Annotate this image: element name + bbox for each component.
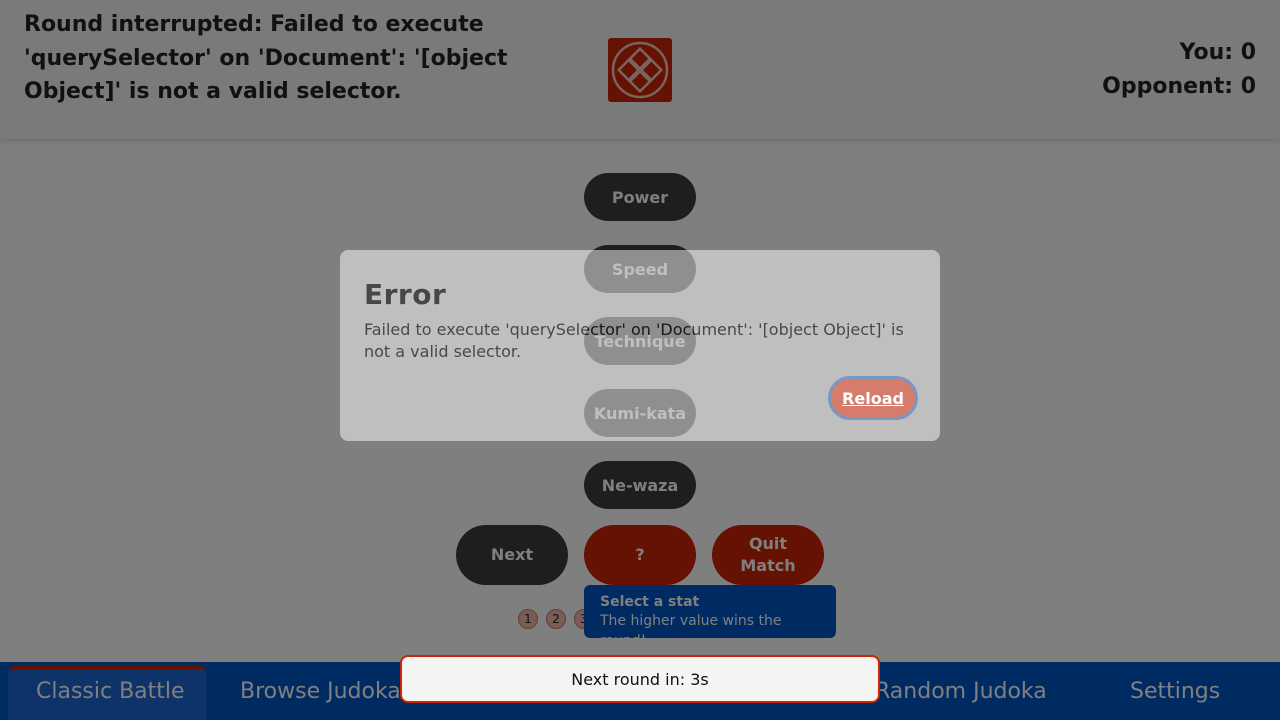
next-round-snackbar: Next round in: 3s	[400, 655, 880, 703]
modal-message: Failed to execute 'querySelector' on 'Do…	[364, 320, 904, 361]
modal-title: Error	[364, 278, 447, 311]
reload-button[interactable]: Reload	[828, 376, 918, 420]
